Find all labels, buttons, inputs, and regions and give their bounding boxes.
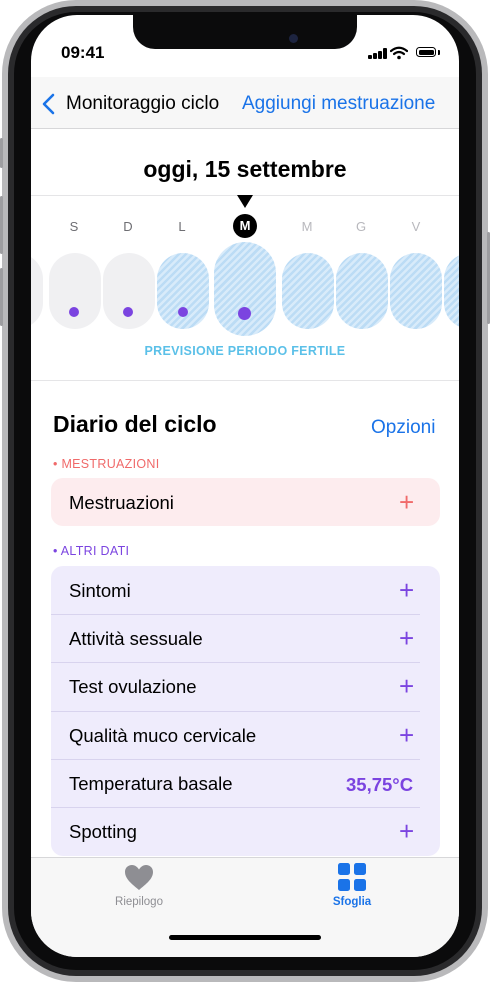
day-letter-wed: M xyxy=(301,219,313,234)
add-sexual-activity-icon[interactable]: + xyxy=(399,625,414,651)
day-pill-thu[interactable] xyxy=(336,253,388,329)
front-camera xyxy=(289,34,298,43)
sexual-activity-label: Attività sessuale xyxy=(69,628,203,649)
menstruation-label: Mestruazioni xyxy=(69,492,174,513)
tab-summary-label: Riepilogo xyxy=(115,896,163,908)
add-spotting-icon[interactable]: + xyxy=(399,818,414,844)
day-pill-wed[interactable] xyxy=(282,253,334,329)
menstruation-section-header: • MESTRUAZIONI xyxy=(53,457,160,471)
volume-up-button xyxy=(0,196,3,254)
ovulation-test-label: Test ovulazione xyxy=(69,676,197,697)
logged-data-dot xyxy=(178,307,188,317)
day-letter-fri: V xyxy=(411,219,421,234)
day-letter-sat: S xyxy=(69,219,79,234)
other-data-section-header: • ALTRI DATI xyxy=(53,544,130,558)
logged-data-dot xyxy=(123,307,133,317)
back-button[interactable]: Monitoraggio ciclo xyxy=(66,93,219,115)
logged-data-dot xyxy=(238,307,251,320)
day-letter-sun: D xyxy=(123,219,133,234)
add-menstruation-icon[interactable]: + xyxy=(399,489,414,515)
mute-switch xyxy=(0,138,3,168)
day-pill-next[interactable] xyxy=(444,253,459,329)
home-indicator[interactable] xyxy=(169,935,321,940)
add-symptoms-icon[interactable]: + xyxy=(399,577,414,603)
screen: 09:41 Monitoraggio ciclo Aggiungi mestru… xyxy=(31,15,459,957)
day-letter-mon: L xyxy=(178,219,186,234)
tab-bar xyxy=(31,857,459,957)
date-title: oggi, 15 settembre xyxy=(143,156,347,182)
day-pill-previous[interactable] xyxy=(31,253,43,329)
tab-browse-label: Sfoglia xyxy=(332,896,372,908)
add-period-button[interactable]: Aggiungi mestruazione xyxy=(242,93,435,115)
today-marker-icon xyxy=(237,195,253,208)
side-button xyxy=(487,232,490,324)
cellular-signal-icon xyxy=(368,48,388,59)
grid-icon xyxy=(338,863,366,891)
day-pill-sun[interactable] xyxy=(103,253,155,329)
volume-down-button xyxy=(0,268,3,326)
section-divider xyxy=(31,380,459,381)
basal-temperature-value: 35,75°C xyxy=(346,774,414,795)
battery-cap xyxy=(438,50,440,55)
options-button[interactable]: Opzioni xyxy=(371,417,435,439)
cycle-log-title: Diario del ciclo xyxy=(53,411,217,437)
cervical-mucus-label: Qualità muco cervicale xyxy=(69,725,257,746)
wifi-icon xyxy=(390,46,408,60)
status-time: 09:41 xyxy=(61,43,105,62)
day-pill-mon[interactable] xyxy=(157,253,209,329)
battery-icon xyxy=(416,47,436,57)
spotting-label: Spotting xyxy=(69,821,137,842)
day-pill-fri[interactable] xyxy=(390,253,442,329)
day-letter-thu: G xyxy=(355,219,367,234)
day-letter-today: M xyxy=(233,214,257,238)
notch xyxy=(133,15,357,49)
back-chevron-icon[interactable] xyxy=(41,93,55,115)
fertile-window-label: PREVISIONE PERIODO FERTILE xyxy=(144,344,346,358)
add-cervical-mucus-icon[interactable]: + xyxy=(399,722,414,748)
symptoms-label: Sintomi xyxy=(69,580,131,601)
heart-icon xyxy=(125,865,153,890)
add-ovulation-test-icon[interactable]: + xyxy=(399,673,414,699)
logged-data-dot xyxy=(69,307,79,317)
day-pill-today[interactable] xyxy=(214,242,276,336)
basal-temperature-label: Temperatura basale xyxy=(69,773,233,794)
day-pill-sat[interactable] xyxy=(49,253,101,329)
